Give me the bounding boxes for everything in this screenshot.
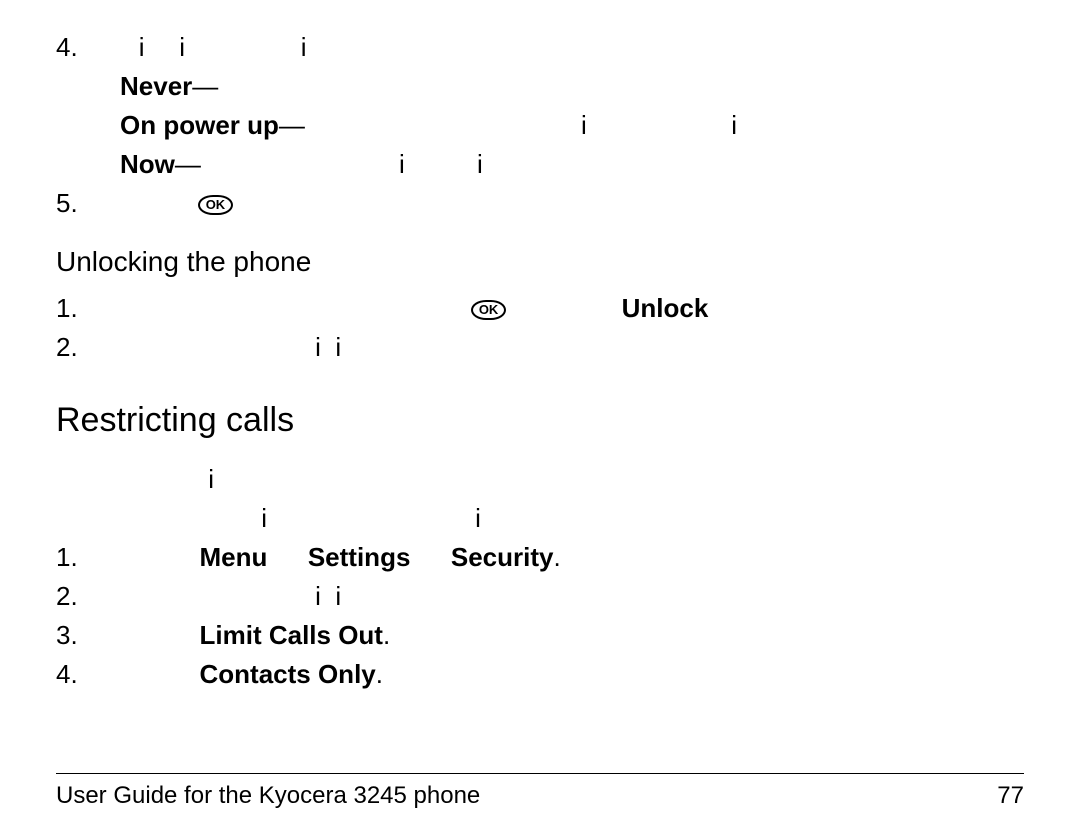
step-text: Select Contacts Only. <box>120 655 383 694</box>
step-number: 2. <box>56 577 120 616</box>
step-text: Select Limit Calls Out. <box>120 616 390 655</box>
list-item: 2. Enter your four-digit lock code. <box>56 328 1024 367</box>
list-item: 1. From the home screen, press OK to sel… <box>56 289 1024 328</box>
option-now: Now—Locks the phone immediately. <box>56 145 1024 184</box>
page-body: 4. Highlight an option: Never—Does not l… <box>56 28 1024 694</box>
subheading-unlocking: Unlocking the phone <box>56 241 1024 283</box>
step-text: Enter your four-digit lock code. <box>120 577 473 616</box>
footer-title: User Guide for the Kyocera 3245 phone <box>56 782 480 810</box>
step-text: Select Menu → Settings → Security. <box>120 538 561 577</box>
step-number: 4. <box>56 655 120 694</box>
list-item: 4. Highlight an option: <box>56 28 1024 67</box>
step-text: From the home screen, press OK to select… <box>120 289 716 328</box>
option-never: Never—Does not lock the phone. <box>56 67 1024 106</box>
step-number: 1. <box>56 538 120 577</box>
option-text: Now—Locks the phone immediately. <box>120 145 543 184</box>
option-text: Never—Does not lock the phone. <box>120 67 506 106</box>
step-text: Press OK to save. <box>120 184 335 223</box>
step-text: Highlight an option: <box>120 28 343 67</box>
page-footer: User Guide for the Kyocera 3245 phone 77 <box>56 773 1024 810</box>
ok-icon: OK <box>471 300 507 320</box>
option-on-power-up: On power up—Locks the phone every time y… <box>56 106 1024 145</box>
step-number: 4. <box>56 28 120 67</box>
step-number: 1. <box>56 289 120 328</box>
step-number: 5. <box>56 184 120 223</box>
paragraph: have been saved in your Contacts Directo… <box>56 499 1024 538</box>
ok-icon: OK <box>198 195 234 215</box>
heading-restricting-calls: Restricting calls <box>56 395 1024 446</box>
list-item: 1. Select Menu → Settings → Security. <box>56 538 1024 577</box>
page-number: 77 <box>997 782 1024 810</box>
step-number: 3. <box>56 616 120 655</box>
paragraph: You can restrict the calls that can be m… <box>56 460 1024 499</box>
list-item: 3. Select Limit Calls Out. <box>56 616 1024 655</box>
option-text: On power up—Locks the phone every time y… <box>120 106 788 145</box>
step-text: Enter your four-digit lock code. <box>120 328 473 367</box>
list-item: 4. Select Contacts Only. <box>56 655 1024 694</box>
step-number: 2. <box>56 328 120 367</box>
list-item: 2. Enter your four-digit lock code. <box>56 577 1024 616</box>
list-item: 5. Press OK to save. <box>56 184 1024 223</box>
